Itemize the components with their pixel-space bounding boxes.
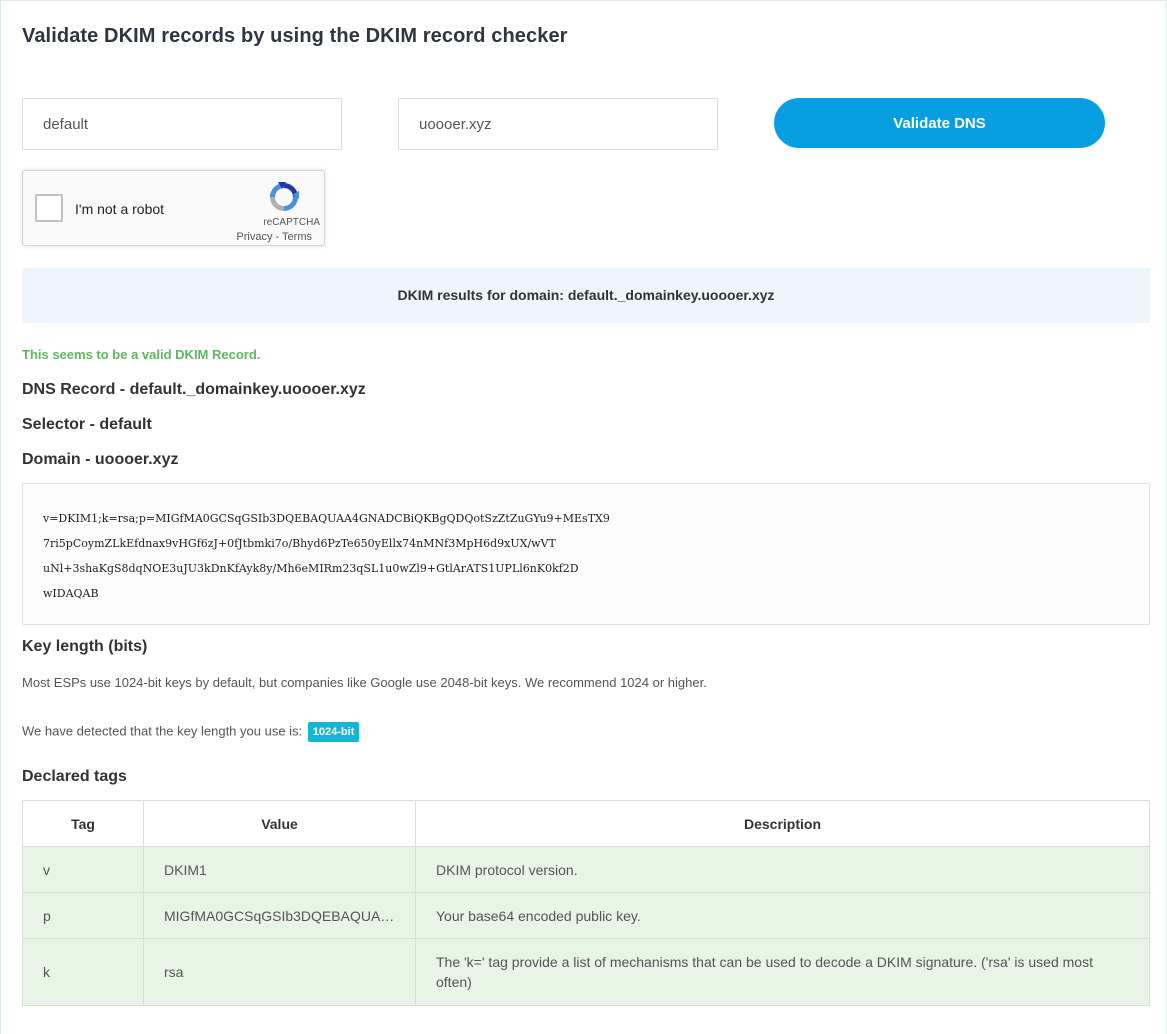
cell-description: Your base64 encoded public key. xyxy=(415,892,1150,939)
domain-line: Domain - uoooer.xyz xyxy=(22,451,179,468)
cell-value: DKIM1 xyxy=(143,846,416,893)
cell-value: MIGfMA0GCSqGSIb3DQEBAQUAA... xyxy=(143,892,416,939)
dkim-record-box: v=DKIM1;k=rsa;p=MIGfMA0GCSqGSIb3DQEBAQUA… xyxy=(22,483,1150,625)
header-value: Value xyxy=(143,800,416,847)
cell-tag: v xyxy=(22,846,144,893)
cell-value: rsa xyxy=(143,938,416,1006)
cell-value-text: MIGfMA0GCSqGSIb3DQEBAQUAA... xyxy=(164,907,395,924)
key-length-heading: Key length (bits) xyxy=(22,638,148,655)
recaptcha-separator: - xyxy=(272,231,283,243)
recaptcha-widget: I'm not a robot reCAPTCHA Privacy - Term… xyxy=(22,170,325,246)
valid-record-message: This seems to be a valid DKIM Record. xyxy=(22,347,261,362)
key-length-description: Most ESPs use 1024-bit keys by default, … xyxy=(22,675,707,690)
table-header-row: Tag Value Description xyxy=(22,800,1150,847)
cell-tag: k xyxy=(22,938,144,1006)
recaptcha-logo-icon xyxy=(270,182,299,211)
recaptcha-privacy-link[interactable]: Privacy xyxy=(236,231,272,243)
recaptcha-brand: reCAPTCHA xyxy=(263,217,320,228)
header-tag: Tag xyxy=(22,800,144,847)
domain-input[interactable] xyxy=(398,98,718,150)
selector-input[interactable] xyxy=(22,98,342,150)
page-title: Validate DKIM records by using the DKIM … xyxy=(22,25,568,47)
recaptcha-label: I'm not a robot xyxy=(75,201,165,217)
table-row: k rsa The 'k=' tag provide a list of mec… xyxy=(22,938,1150,1006)
dns-record-line: DNS Record - default._domainkey.uoooer.x… xyxy=(22,381,366,398)
record-line: uNl+3shaKgS8dqNOE3uJU3kDnKfAyk8y/Mh6eMIR… xyxy=(43,562,579,575)
declared-tags-table: Tag Value Description v DKIM1 DKIM proto… xyxy=(22,800,1150,1006)
table-row: p MIGfMA0GCSqGSIb3DQEBAQUAA... Your base… xyxy=(22,892,1150,939)
recaptcha-terms-link[interactable]: Terms xyxy=(282,231,312,243)
key-length-detected-text: We have detected that the key length you… xyxy=(22,723,303,739)
cell-description: The 'k=' tag provide a list of mechanism… xyxy=(415,938,1150,1006)
header-description: Description xyxy=(415,800,1150,847)
record-line: v=DKIM1;k=rsa;p=MIGfMA0GCSqGSIb3DQEBAQUA… xyxy=(43,512,610,525)
cell-description: DKIM protocol version. xyxy=(415,846,1150,893)
recaptcha-links: Privacy - Terms xyxy=(236,231,312,243)
key-length-badge: 1024-bit xyxy=(307,722,360,742)
table-row: v DKIM1 DKIM protocol version. xyxy=(22,846,1150,893)
results-banner: DKIM results for domain: default._domain… xyxy=(22,268,1150,323)
recaptcha-checkbox[interactable] xyxy=(35,194,63,222)
key-length-detected: We have detected that the key length you… xyxy=(22,722,360,742)
selector-line: Selector - default xyxy=(22,416,152,433)
validate-dns-button[interactable]: Validate DNS xyxy=(774,98,1105,148)
cell-tag: p xyxy=(22,892,144,939)
record-line: 7ri5pCoymZLkEfdnax9vHGf6zJ+0fJtbmki7o/Bh… xyxy=(43,537,556,550)
declared-tags-heading: Declared tags xyxy=(22,768,127,785)
record-line: wIDAQAB xyxy=(43,587,99,600)
